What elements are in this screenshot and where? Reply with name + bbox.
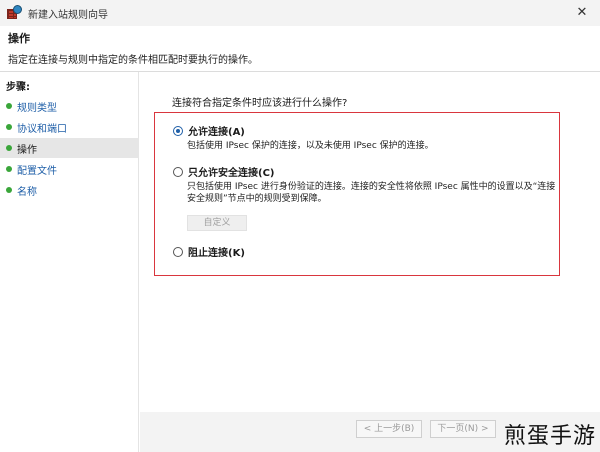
sidebar-item-label: 规则类型: [17, 102, 57, 114]
next-button[interactable]: 下一页(N) >: [430, 420, 496, 438]
option-allow-secure[interactable]: 只允许安全连接(C): [173, 164, 274, 179]
steps-sidebar: 步骤: 规则类型 协议和端口 操作 配置文件 名称: [0, 72, 139, 452]
option-block[interactable]: 阻止连接(K): [173, 244, 245, 259]
step-dot-icon: [6, 124, 12, 130]
main-content: 连接符合指定条件时应该进行什么操作? 允许连接(A) 包括使用 IPsec 保护…: [140, 72, 600, 412]
option-label: 允许连接(A): [188, 127, 245, 138]
steps-label: 步骤:: [6, 82, 30, 93]
sidebar-item-label: 协议和端口: [17, 123, 67, 135]
close-icon[interactable]: ✕: [574, 5, 590, 21]
wizard-header: 操作 指定在连接与规则中指定的条件相匹配时要执行的操作。: [0, 26, 600, 72]
sidebar-item-label: 操作: [17, 144, 37, 156]
options-highlight-box: 允许连接(A) 包括使用 IPsec 保护的连接，以及未使用 IPsec 保护的…: [154, 112, 560, 276]
radio-allow-secure[interactable]: [173, 166, 183, 177]
step-dot-icon: [6, 166, 12, 172]
radio-allow[interactable]: [173, 125, 183, 136]
step-dot-icon: [6, 103, 12, 109]
watermark: 煎蛋手游: [503, 424, 596, 449]
option-description: 只包括使用 IPsec 进行身份验证的连接。连接的安全性将依照 IPsec 属性…: [187, 182, 556, 204]
title-bar: 新建入站规则向导 ✕: [0, 0, 600, 26]
firewall-icon: [6, 5, 22, 21]
sidebar-item-label: 配置文件: [17, 165, 57, 177]
sidebar-item-rule-type[interactable]: 规则类型: [0, 96, 139, 116]
option-allow[interactable]: 允许连接(A): [173, 123, 245, 138]
sidebar-item-name[interactable]: 名称: [0, 180, 139, 200]
sidebar-item-action[interactable]: 操作: [0, 138, 139, 158]
page-title: 操作: [8, 32, 30, 45]
sidebar-item-label: 名称: [17, 186, 37, 198]
sidebar-item-profile[interactable]: 配置文件: [0, 159, 139, 179]
customize-button[interactable]: 自定义: [187, 215, 247, 231]
back-button[interactable]: < 上一步(B): [356, 420, 422, 438]
action-question: 连接符合指定条件时应该进行什么操作?: [172, 98, 348, 109]
option-label: 阻止连接(K): [188, 248, 245, 259]
step-dot-icon: [6, 145, 12, 151]
page-description: 指定在连接与规则中指定的条件相匹配时要执行的操作。: [8, 55, 258, 66]
option-description: 包括使用 IPsec 保护的连接，以及未使用 IPsec 保护的连接。: [187, 141, 434, 151]
sidebar-item-protocol-ports[interactable]: 协议和端口: [0, 117, 139, 137]
radio-block[interactable]: [173, 246, 183, 257]
option-label: 只允许安全连接(C): [188, 168, 275, 179]
step-dot-icon: [6, 187, 12, 193]
window-title: 新建入站规则向导: [28, 9, 108, 21]
